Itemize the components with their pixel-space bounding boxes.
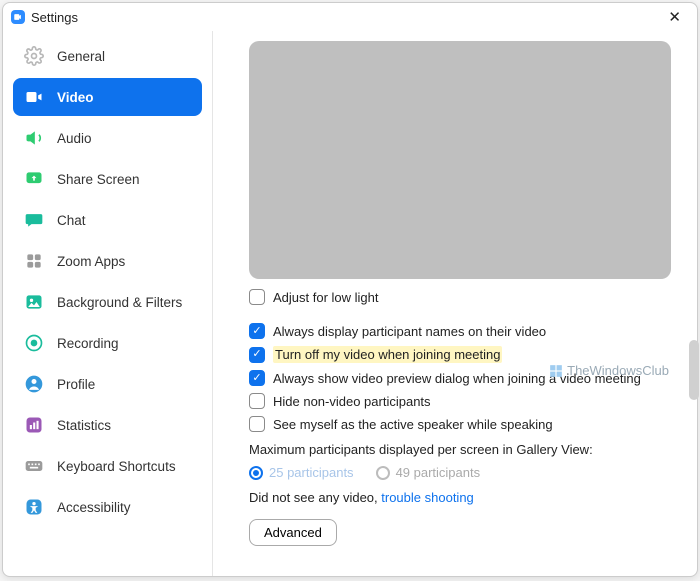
sidebar-item-statistics[interactable]: Statistics bbox=[13, 406, 202, 444]
sidebar-item-label: Recording bbox=[57, 336, 119, 351]
sidebar-item-label: Accessibility bbox=[57, 500, 131, 515]
share-screen-icon bbox=[23, 168, 45, 190]
statistics-icon bbox=[23, 414, 45, 436]
background-icon bbox=[23, 291, 45, 313]
sidebar-item-background-filters[interactable]: Background & Filters bbox=[13, 283, 202, 321]
recording-icon bbox=[23, 332, 45, 354]
label-adjust-low-light: Adjust for low light bbox=[273, 290, 379, 305]
sidebar-item-label: Chat bbox=[57, 213, 86, 228]
video-preview bbox=[249, 41, 671, 279]
sidebar-item-share-screen[interactable]: Share Screen bbox=[13, 160, 202, 198]
audio-icon bbox=[23, 127, 45, 149]
checkbox-active-speaker[interactable] bbox=[249, 416, 265, 432]
chat-icon bbox=[23, 209, 45, 231]
sidebar-item-label: Keyboard Shortcuts bbox=[57, 459, 176, 474]
keyboard-icon bbox=[23, 455, 45, 477]
sidebar-item-label: Zoom Apps bbox=[57, 254, 125, 269]
checkbox-turn-off-video[interactable] bbox=[249, 347, 265, 363]
troubleshooting-link[interactable]: trouble shooting bbox=[381, 490, 474, 505]
sidebar-item-general[interactable]: General bbox=[13, 37, 202, 75]
video-icon bbox=[23, 86, 45, 108]
sidebar-item-label: Video bbox=[57, 90, 94, 105]
checkbox-display-names[interactable] bbox=[249, 323, 265, 339]
sidebar-item-video[interactable]: Video bbox=[13, 78, 202, 116]
advanced-button[interactable]: Advanced bbox=[249, 519, 337, 546]
sidebar-item-zoom-apps[interactable]: Zoom Apps bbox=[13, 242, 202, 280]
sidebar-item-label: Share Screen bbox=[57, 172, 140, 187]
label-hide-nonvideo: Hide non-video participants bbox=[273, 394, 431, 409]
accessibility-icon bbox=[23, 496, 45, 518]
radio-label-49: 49 participants bbox=[396, 465, 481, 480]
watermark: TheWindowsClub bbox=[549, 363, 669, 378]
watermark-text: TheWindowsClub bbox=[567, 363, 669, 378]
window-title: Settings bbox=[31, 10, 78, 25]
sidebar-item-accessibility[interactable]: Accessibility bbox=[13, 488, 202, 526]
settings-content: Adjust for low light Always display part… bbox=[213, 31, 697, 576]
radio-label-25: 25 participants bbox=[269, 465, 354, 480]
sidebar-item-label: Background & Filters bbox=[57, 295, 182, 310]
sidebar-item-label: Statistics bbox=[57, 418, 111, 433]
titlebar: Settings ✕ bbox=[3, 3, 697, 31]
sidebar-item-label: General bbox=[57, 49, 105, 64]
label-display-names: Always display participant names on thei… bbox=[273, 324, 546, 339]
gallery-view-label: Maximum participants displayed per scree… bbox=[249, 442, 671, 457]
checkbox-hide-nonvideo[interactable] bbox=[249, 393, 265, 409]
label-turn-off-video: Turn off my video when joining meeting bbox=[273, 346, 502, 363]
no-video-text: Did not see any video, bbox=[249, 490, 378, 505]
label-active-speaker: See myself as the active speaker while s… bbox=[273, 417, 553, 432]
checkbox-video-preview-dialog[interactable] bbox=[249, 370, 265, 386]
windows-icon bbox=[549, 364, 563, 378]
profile-icon bbox=[23, 373, 45, 395]
sidebar-item-label: Audio bbox=[57, 131, 92, 146]
zoom-app-icon bbox=[11, 10, 25, 24]
scrollbar-thumb[interactable] bbox=[689, 340, 699, 400]
sidebar-item-audio[interactable]: Audio bbox=[13, 119, 202, 157]
settings-window: Settings ✕ General Video Audio Share Scr… bbox=[2, 2, 698, 577]
radio-25-participants[interactable]: 25 participants bbox=[249, 465, 354, 480]
sidebar-item-chat[interactable]: Chat bbox=[13, 201, 202, 239]
sidebar-item-keyboard-shortcuts[interactable]: Keyboard Shortcuts bbox=[13, 447, 202, 485]
sidebar-item-profile[interactable]: Profile bbox=[13, 365, 202, 403]
settings-sidebar: General Video Audio Share Screen Chat Zo bbox=[3, 31, 213, 576]
apps-icon bbox=[23, 250, 45, 272]
radio-49-participants[interactable]: 49 participants bbox=[376, 465, 481, 480]
close-button[interactable]: ✕ bbox=[662, 6, 687, 28]
sidebar-item-label: Profile bbox=[57, 377, 95, 392]
general-icon bbox=[23, 45, 45, 67]
checkbox-adjust-low-light[interactable] bbox=[249, 289, 265, 305]
sidebar-item-recording[interactable]: Recording bbox=[13, 324, 202, 362]
